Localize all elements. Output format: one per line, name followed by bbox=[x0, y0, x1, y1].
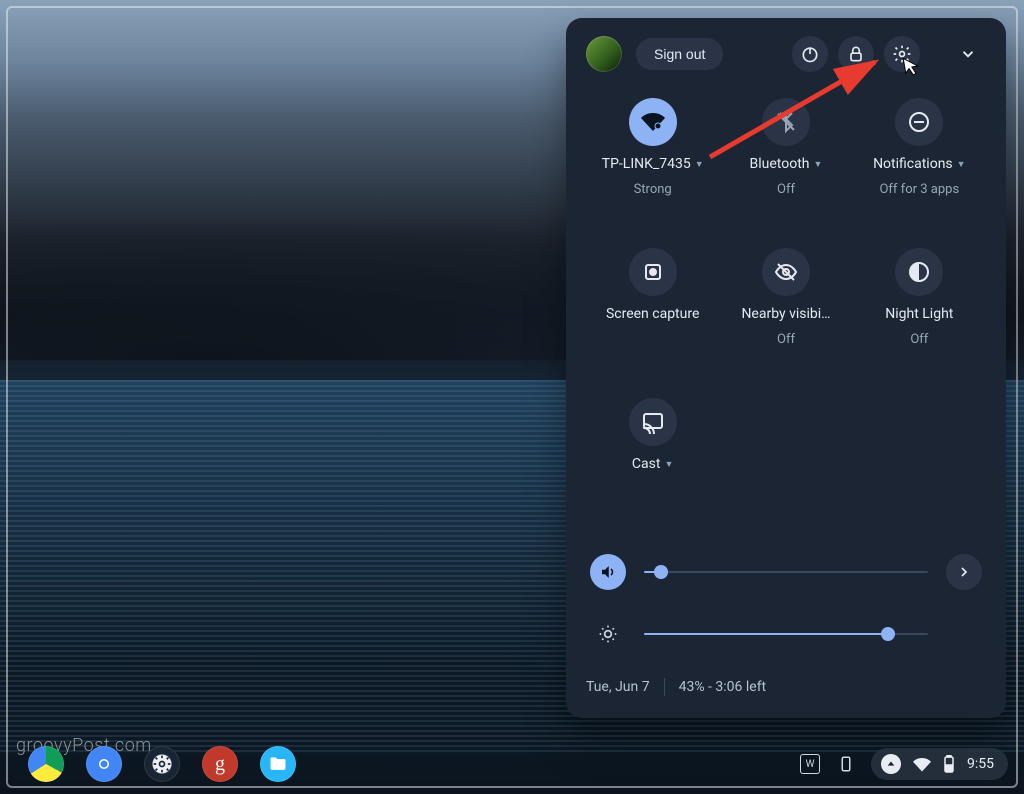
chevron-down-icon: ▼ bbox=[695, 159, 704, 170]
ime-indicator[interactable]: W bbox=[799, 753, 821, 775]
panel-footer: Tue, Jun 7 43% - 3:06 left bbox=[586, 674, 986, 696]
status-area[interactable]: 9:55 bbox=[871, 748, 1008, 780]
lock-icon bbox=[846, 44, 866, 64]
tile-night-light: Night Light Off bbox=[853, 248, 986, 398]
phone-hub-icon[interactable] bbox=[835, 753, 857, 775]
tile-notifications: Notifications ▼ Off for 3 apps bbox=[853, 98, 986, 248]
cast-label-row[interactable]: Cast▼ bbox=[632, 456, 673, 472]
bluetooth-label: Bluetooth bbox=[750, 156, 810, 172]
nearby-toggle[interactable] bbox=[762, 248, 810, 296]
bluetooth-label-row[interactable]: Bluetooth ▼ bbox=[750, 156, 823, 172]
bluetooth-sub: Off bbox=[777, 182, 795, 197]
night-light-label: Night Light bbox=[885, 306, 953, 322]
avatar[interactable] bbox=[586, 36, 622, 72]
tile-cast: Cast▼ bbox=[586, 398, 719, 548]
audio-settings-button[interactable] bbox=[946, 554, 982, 590]
quick-tiles: TP-LINK_7435 ▼ Strong Bluetooth ▼ Off Noti… bbox=[586, 98, 986, 548]
screen-capture-label: Screen capture bbox=[606, 306, 699, 322]
chevron-down-icon: ▼ bbox=[664, 459, 673, 470]
wifi-label-row[interactable]: TP-LINK_7435 ▼ bbox=[602, 156, 704, 172]
nearby-label[interactable]: Nearby visibi… bbox=[741, 306, 830, 322]
sliders bbox=[586, 554, 986, 652]
battery-icon bbox=[943, 755, 955, 773]
nearby-sub: Off bbox=[777, 332, 795, 347]
night-light-sub: Off bbox=[910, 332, 928, 347]
brightness-icon bbox=[598, 624, 618, 644]
gear-icon bbox=[152, 754, 172, 774]
tile-wifi: TP-LINK_7435 ▼ Strong bbox=[586, 98, 719, 248]
sign-out-button[interactable]: Sign out bbox=[636, 38, 723, 70]
footer-date: Tue, Jun 7 bbox=[586, 679, 650, 695]
power-icon bbox=[800, 44, 820, 64]
settings-button[interactable] bbox=[884, 36, 920, 72]
notifications-label-row[interactable]: Notifications ▼ bbox=[873, 156, 966, 172]
visibility-off-icon bbox=[774, 260, 798, 284]
screen-capture-icon bbox=[641, 260, 665, 284]
brightness-row bbox=[590, 616, 982, 652]
wifi-sub: Strong bbox=[634, 182, 672, 197]
volume-slider[interactable] bbox=[644, 571, 928, 573]
chevron-down-icon: ▼ bbox=[814, 159, 823, 170]
do-not-disturb-icon bbox=[907, 110, 931, 134]
tile-screen-capture: Screen capture bbox=[586, 248, 719, 398]
quick-settings-panel: Sign out TP-LINK_7435 ▼ Strong bbox=[566, 18, 1006, 718]
gear-icon bbox=[892, 44, 912, 64]
footer-battery: 43% - 3:06 left bbox=[679, 679, 767, 695]
wifi-icon bbox=[913, 755, 931, 773]
ime-label: W bbox=[806, 759, 815, 770]
cast-button[interactable] bbox=[629, 398, 677, 446]
volume-icon bbox=[599, 563, 617, 581]
app-settings[interactable] bbox=[144, 746, 180, 782]
night-light-icon bbox=[907, 260, 931, 284]
shelf-status: W 9:55 bbox=[799, 748, 1008, 780]
volume-row bbox=[590, 554, 982, 590]
volume-button[interactable] bbox=[590, 554, 626, 590]
night-light-toggle[interactable] bbox=[895, 248, 943, 296]
app-chrome[interactable] bbox=[86, 746, 122, 782]
chevron-down-icon: ▼ bbox=[957, 159, 966, 170]
chrome-icon bbox=[92, 752, 116, 776]
chevron-right-icon bbox=[956, 564, 972, 580]
panel-header: Sign out bbox=[586, 36, 986, 72]
brightness-button[interactable] bbox=[590, 616, 626, 652]
app-drive[interactable] bbox=[28, 746, 64, 782]
brightness-slider[interactable] bbox=[644, 633, 928, 635]
desktop: groovyPost.com Sign out bbox=[0, 0, 1024, 794]
shelf: g W 9:55 bbox=[8, 742, 1016, 786]
wifi-icon bbox=[641, 110, 665, 134]
tile-bluetooth: Bluetooth ▼ Off bbox=[719, 98, 852, 248]
bluetooth-toggle[interactable] bbox=[762, 98, 810, 146]
clock: 9:55 bbox=[967, 756, 994, 772]
notifications-toggle[interactable] bbox=[895, 98, 943, 146]
app-files[interactable] bbox=[260, 746, 296, 782]
bluetooth-off-icon bbox=[774, 110, 798, 134]
collapse-button[interactable] bbox=[950, 36, 986, 72]
shelf-apps: g bbox=[16, 746, 296, 782]
app-g[interactable]: g bbox=[202, 746, 238, 782]
wifi-toggle[interactable] bbox=[629, 98, 677, 146]
screen-capture-button[interactable] bbox=[629, 248, 677, 296]
wifi-label: TP-LINK_7435 bbox=[602, 156, 691, 172]
tile-nearby: Nearby visibi… Off bbox=[719, 248, 852, 398]
cast-icon bbox=[641, 410, 665, 434]
notification-badge bbox=[881, 754, 901, 774]
folder-icon bbox=[268, 754, 288, 774]
lock-button[interactable] bbox=[838, 36, 874, 72]
divider bbox=[664, 678, 665, 696]
chevron-down-icon bbox=[959, 45, 977, 63]
notifications-sub: Off for 3 apps bbox=[879, 182, 959, 197]
notifications-label: Notifications bbox=[873, 156, 953, 172]
power-button[interactable] bbox=[792, 36, 828, 72]
caret-up-icon bbox=[886, 759, 896, 769]
cast-label: Cast bbox=[632, 456, 661, 472]
